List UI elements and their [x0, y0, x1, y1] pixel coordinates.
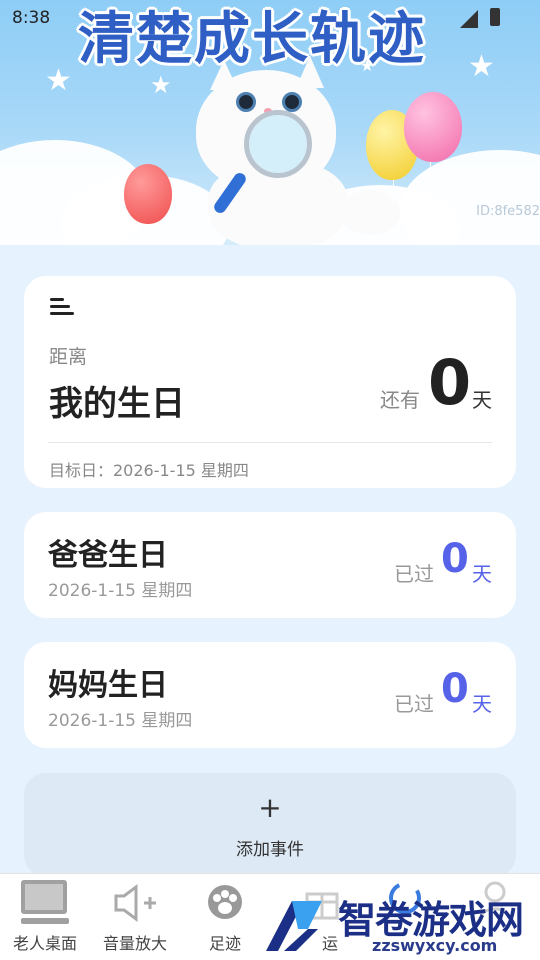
nav-item-volume[interactable]: 音量放大 — [90, 874, 180, 960]
main-event-title: 我的生日 — [49, 384, 185, 424]
add-event-button[interactable]: + 添加事件 — [24, 773, 516, 877]
plus-icon: + — [258, 791, 282, 824]
speaker-plus-icon — [112, 884, 158, 926]
remain-label: 还有 — [380, 388, 420, 412]
signal-icon — [460, 10, 478, 28]
target-date: 目标日：2026-1-15 星期四 — [49, 461, 249, 480]
star-icon: ★ — [468, 49, 495, 84]
watermark-logo — [262, 893, 334, 955]
user-id-label: ID:8fe582 — [476, 204, 540, 219]
hero-banner: ★ ★ ★ ★ 清楚成长轨迹 ID:8fe582 — [0, 0, 540, 245]
add-event-label: 添加事件 — [236, 840, 304, 860]
event-date: 2026-1-15 星期四 — [48, 581, 193, 601]
event-card[interactable]: 妈妈生日 2026-1-15 星期四 已过 0 天 — [24, 642, 516, 748]
event-date: 2026-1-15 星期四 — [48, 711, 193, 731]
event-title: 妈妈生日 — [48, 668, 168, 703]
status-time: 8:38 — [12, 8, 51, 28]
event-status-label: 已过 — [394, 692, 434, 716]
nav-label: 音量放大 — [102, 934, 167, 953]
star-icon: ★ — [45, 63, 72, 98]
menu-icon[interactable] — [50, 296, 74, 316]
main-countdown-card[interactable]: 距离 我的生日 还有 0 天 目标日：2026-1-15 星期四 — [24, 276, 516, 488]
nav-label: 足迹 — [208, 934, 241, 953]
main-day-unit: 天 — [472, 388, 492, 412]
divider — [48, 442, 492, 443]
star-icon: ★ — [150, 71, 172, 99]
main-day-count: 0 — [428, 346, 472, 419]
watermark-url: zzswyxcy.com — [372, 936, 498, 955]
magnifier-icon — [244, 110, 312, 178]
event-card[interactable]: 爸爸生日 2026-1-15 星期四 已过 0 天 — [24, 512, 516, 618]
event-day-count: 0 — [441, 666, 469, 712]
battery-icon — [490, 8, 500, 26]
balloon-red — [124, 164, 172, 224]
paw-icon — [205, 884, 245, 926]
nav-item-elder-desktop[interactable]: 老人桌面 — [0, 874, 90, 960]
balloon-pink — [404, 92, 462, 162]
monitor-icon — [21, 880, 69, 924]
status-bar: 8:38 — [0, 0, 540, 36]
event-day-count: 0 — [441, 536, 469, 582]
distance-label: 距离 — [49, 346, 88, 368]
event-day-unit: 天 — [472, 562, 492, 586]
event-day-unit: 天 — [472, 692, 492, 716]
event-title: 爸爸生日 — [48, 538, 168, 573]
nav-item-footprint[interactable]: 足迹 — [180, 874, 270, 960]
event-status-label: 已过 — [394, 562, 434, 586]
nav-label: 老人桌面 — [12, 934, 77, 953]
